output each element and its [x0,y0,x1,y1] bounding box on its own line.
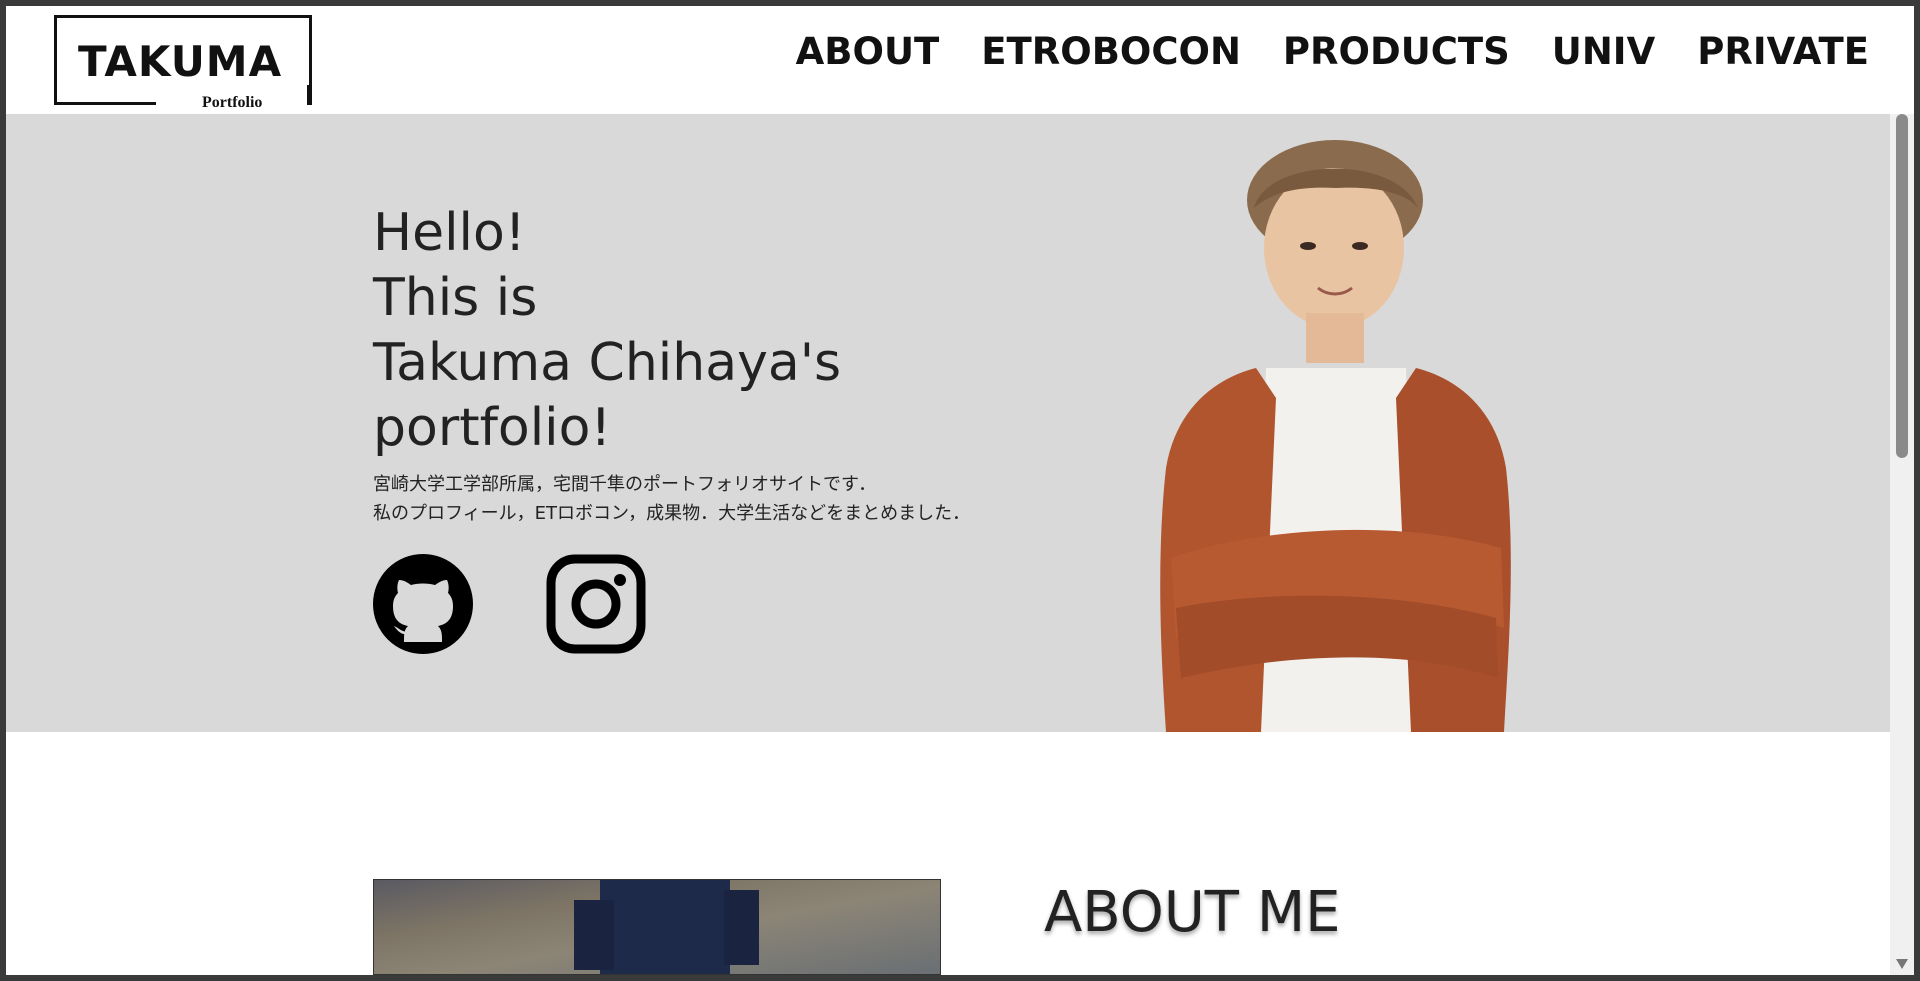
main-nav: ABOUT ETROBOCON PRODUCTS UNIV PRIVATE [775,30,1890,73]
about-photo [373,879,941,975]
hero-title-line: portfolio! [373,398,612,458]
logo-frame-line [307,85,312,105]
nav-item-products[interactable]: PRODUCTS [1262,30,1531,73]
scroll-down-icon[interactable] [1896,959,1908,969]
hero-title-line: Hello! [373,203,526,263]
logo-title: TAKUMA [78,37,283,86]
browser-window: TAKUMA Portfolio ABOUT ETROBOCON PRODUCT… [6,6,1914,975]
nav-item-etrobocon[interactable]: ETROBOCON [960,30,1262,73]
page-scrollbar[interactable] [1890,114,1914,975]
hero-description-line: 私のプロフィール，ETロボコン，成果物．大学生活などをまとめました． [373,503,971,524]
github-link[interactable] [373,554,473,654]
hero-title-line: Takuma Chihaya's [373,333,842,393]
site-header: TAKUMA Portfolio ABOUT ETROBOCON PRODUCT… [6,6,1890,114]
logo-frame-line [54,102,156,105]
site-logo[interactable]: TAKUMA Portfolio [54,15,319,111]
hero-title: Hello! This is Takuma Chihaya's portfoli… [373,201,841,461]
nav-item-univ[interactable]: UNIV [1531,30,1676,73]
hero-description: 宮崎大学工学部所属，宅間千隼のポートフォリオサイトです． 私のプロフィール，ET… [373,470,970,528]
nav-item-private[interactable]: PRIVATE [1676,30,1890,73]
github-icon [373,554,473,654]
hero-section: Hello! This is Takuma Chihaya's portfoli… [6,114,1890,732]
nav-item-about[interactable]: ABOUT [775,30,961,73]
instagram-icon [546,554,646,654]
about-title: ABOUT ME [1044,880,1341,945]
social-links [373,554,646,654]
hero-title-line: This is [373,268,538,328]
logo-subtitle: Portfolio [202,94,263,111]
instagram-link[interactable] [546,554,646,654]
about-photo-figure [574,880,759,974]
hero-description-line: 宮崎大学工学部所属，宅間千隼のポートフォリオサイトです． [373,474,877,495]
profile-photo [1160,140,1511,732]
scrollbar-thumb[interactable] [1896,114,1908,458]
